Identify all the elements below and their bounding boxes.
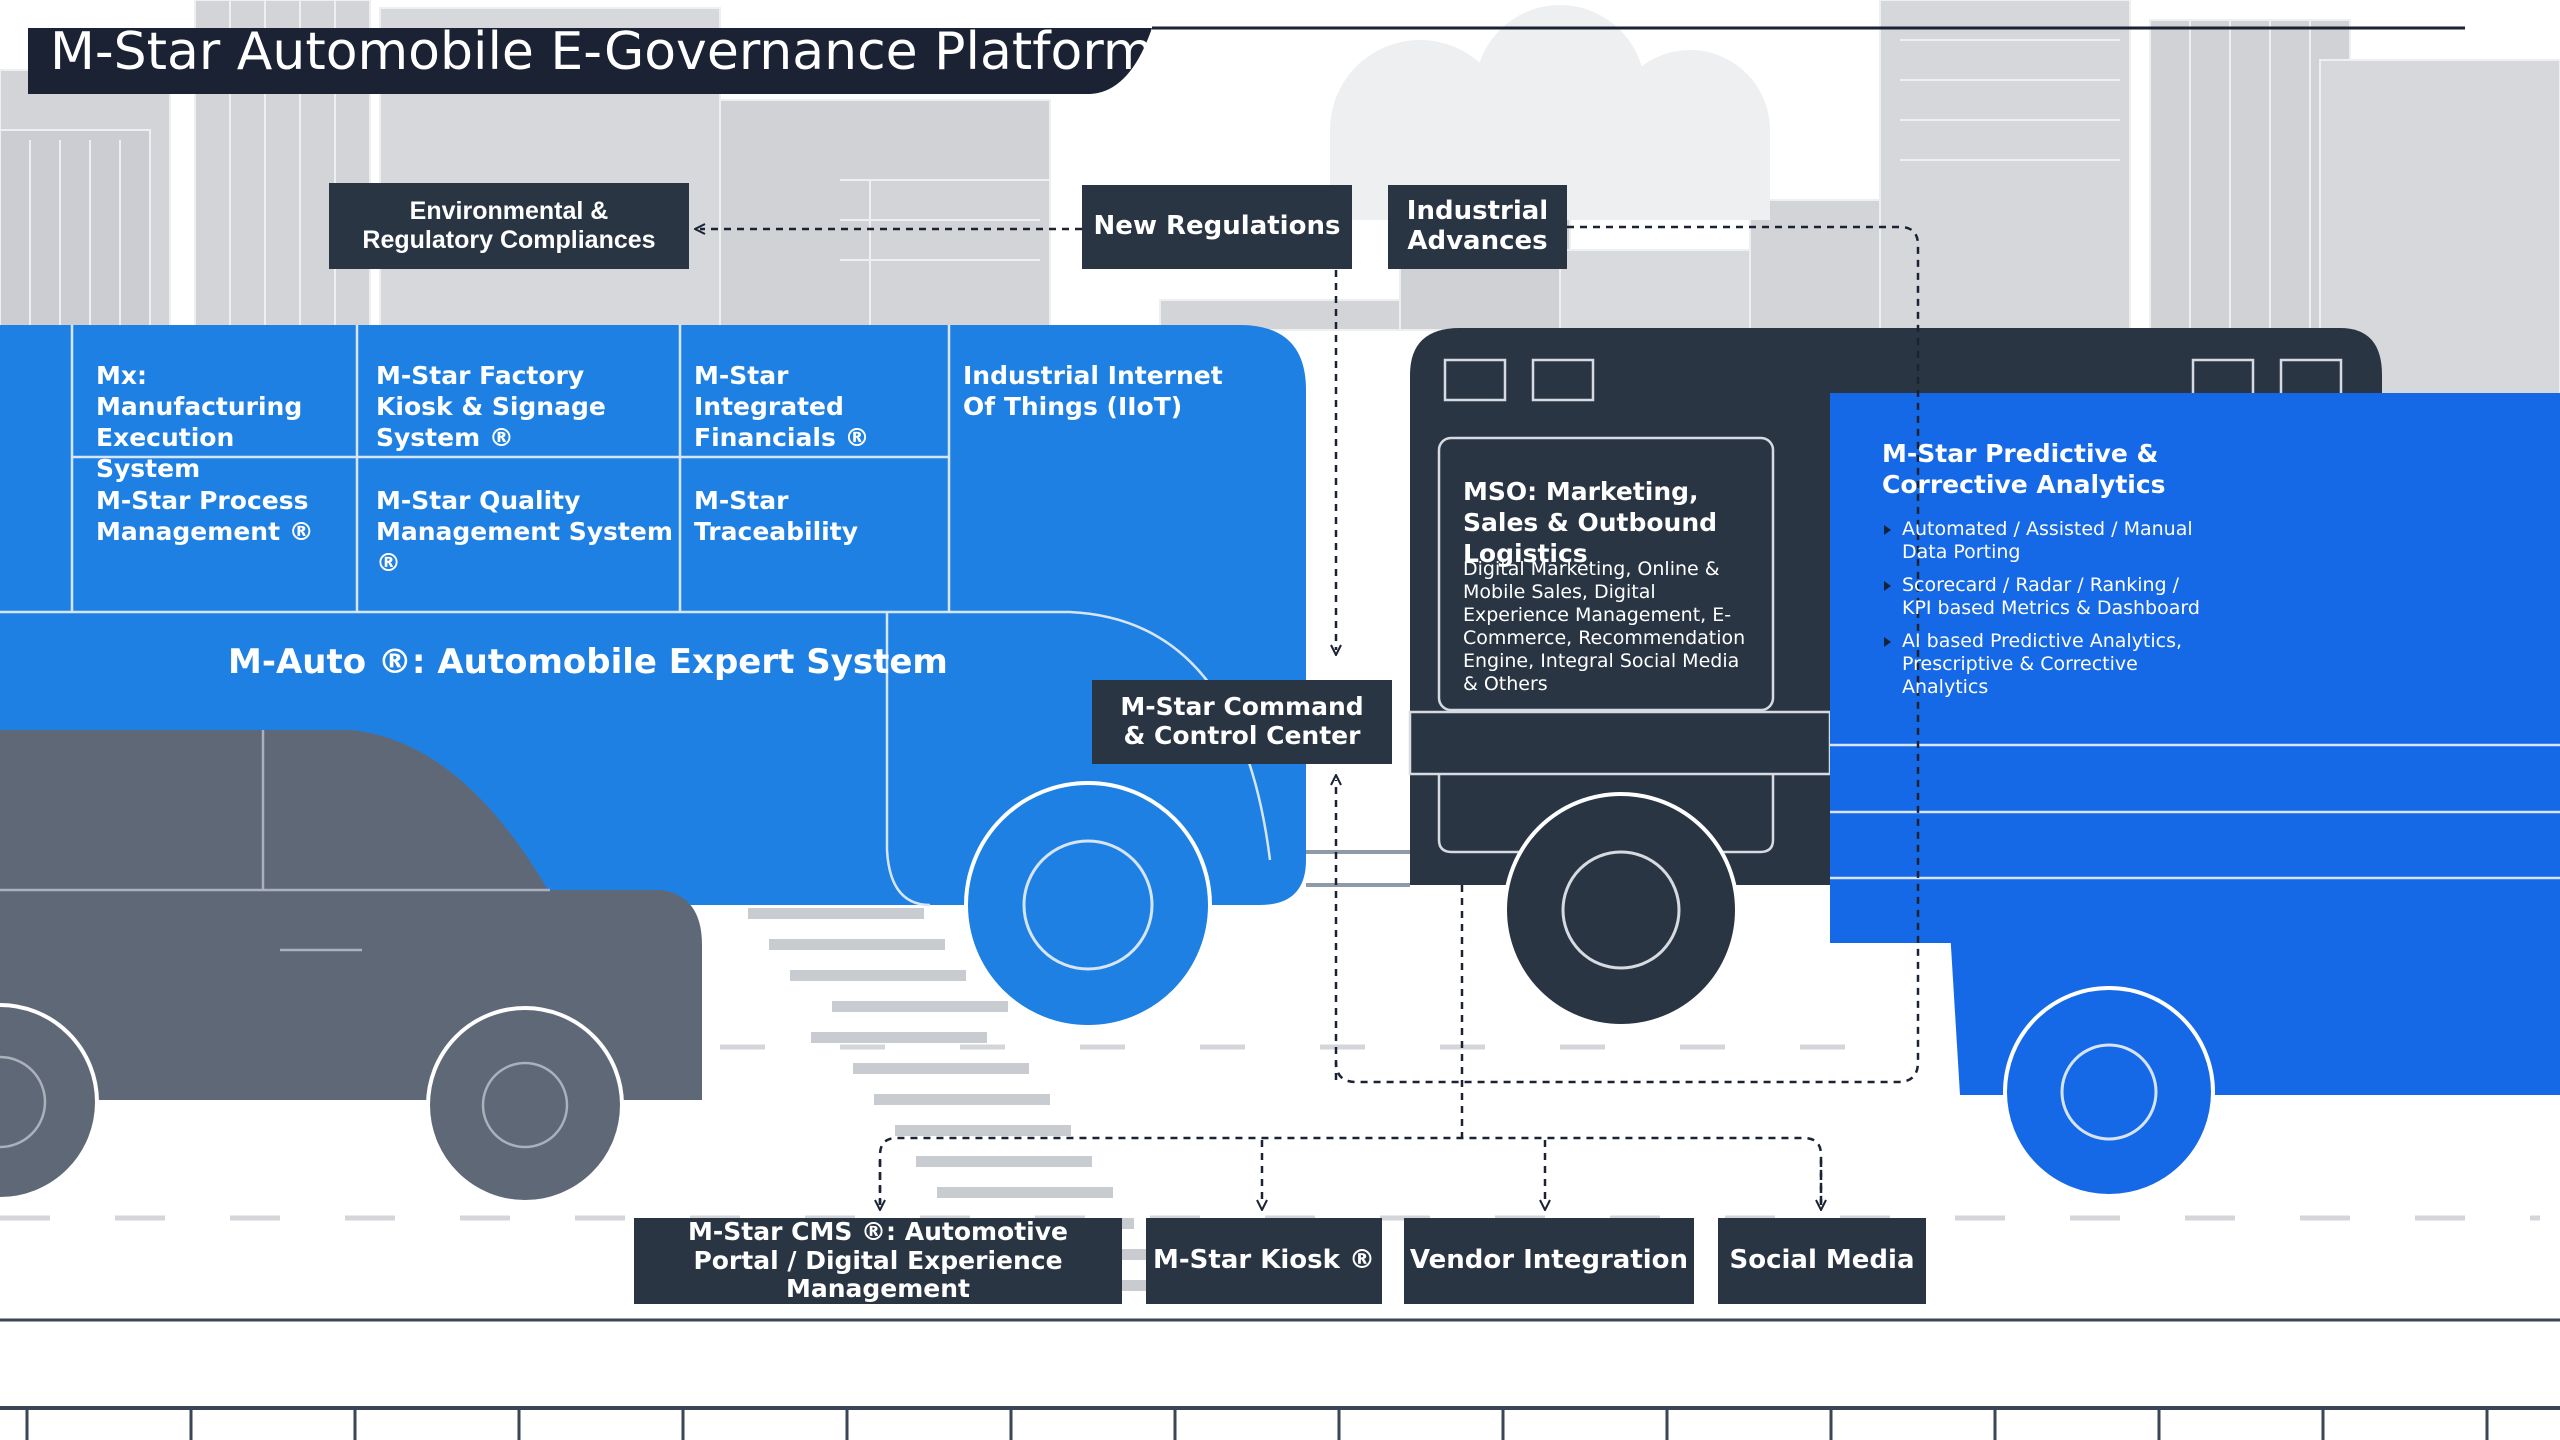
new-regulations-label: New Regulations [1093,211,1341,242]
bus-system-label: M-Auto ®: Automobile Expert System [228,642,948,682]
environmental-compliance-box: Environmental & Regulatory Compliances [329,183,689,269]
analytics-bullet-list: Automated / Assisted / Manual Data Porti… [1882,518,2212,709]
vendor-integration-label: Vendor Integration [1409,1245,1689,1276]
trailer-wheel [2003,986,2215,1198]
cell-quality-management: M-Star Quality Management System ® [376,486,673,577]
kiosk-label: M-Star Kiosk ® [1153,1245,1375,1276]
mso-heading: MSO: Marketing, Sales & Outbound Logisti… [1463,477,1718,568]
cell-integrated-financials: M-Star Integrated Financials ® [694,361,870,452]
cms-portal-box: M-Star CMS ®: Automotive Portal / Digita… [634,1216,1122,1304]
command-center-label: M-Star Command & Control Center [1120,692,1364,750]
analytics-bullet: AI based Predictive Analytics, Prescript… [1882,630,2212,699]
truck-bumper [1408,710,1832,776]
cell-iiot: Industrial Internet Of Things (IIoT) [963,361,1223,421]
industrial-advances-box: Industrial Advances [1388,185,1567,269]
truck-wheel [1503,792,1739,1028]
analytics-heading: M-Star Predictive & Corrective Analytics [1882,439,2166,499]
new-regulations-box: New Regulations [1082,185,1352,269]
social-media-label: Social Media [1729,1245,1915,1276]
analytics-bullet: Scorecard / Radar / Ranking / KPI based … [1882,574,2212,620]
kiosk-box: M-Star Kiosk ® [1146,1218,1382,1304]
timeline-ticks [25,1408,2489,1440]
diagram-canvas: M-Star Automobile E-Governance Platform … [0,0,2560,1440]
bus-wheel [964,781,1212,1029]
page-title: M-Star Automobile E-Governance Platform [50,22,1154,82]
truck-connector [1306,850,1410,887]
social-media-box: Social Media [1718,1218,1926,1304]
vendor-integration-box: Vendor Integration [1404,1218,1694,1304]
cell-factory-kiosk-signage: M-Star Factory Kiosk & Signage System ® [376,361,606,452]
mso-description: Digital Marketing, Online & Mobile Sales… [1463,558,1746,695]
industrial-advances-label: Industrial Advances [1406,196,1549,256]
cell-process-management: M-Star Process Management ® [96,486,314,546]
cell-mes: Mx: Manufacturing Execution System [96,361,303,483]
command-center-box: M-Star Command & Control Center [1092,680,1392,764]
cell-traceability: M-Star Traceability [694,486,859,546]
environmental-compliance-label: Environmental & Regulatory Compliances [362,197,656,254]
cms-portal-label: M-Star CMS ®: Automotive Portal / Digita… [687,1216,1069,1304]
analytics-bullet: Automated / Assisted / Manual Data Porti… [1882,518,2212,564]
